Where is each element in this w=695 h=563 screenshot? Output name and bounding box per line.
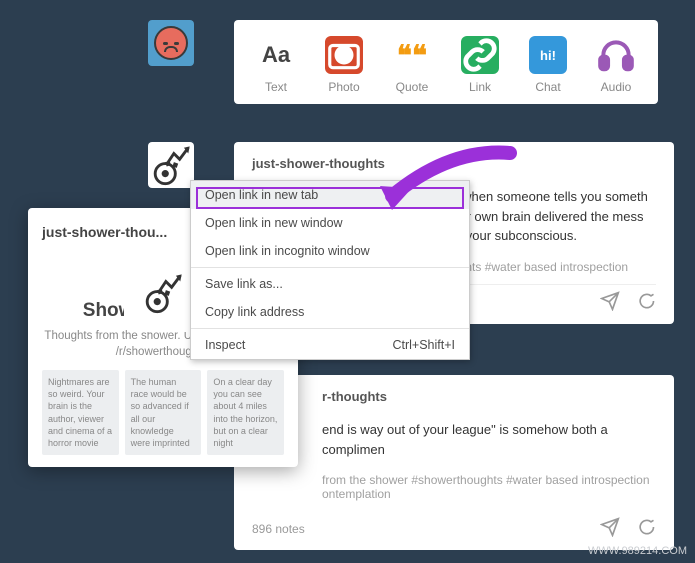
- annotation-arrow: [370, 138, 520, 233]
- hover-card-thumbs: Nightmares are so weird. Your brain is t…: [42, 370, 284, 455]
- quote-icon: ❝❝: [393, 36, 431, 74]
- compose-card: Aa Text Photo ❝❝ Quote Link hi! Chat: [234, 20, 658, 104]
- gear-chart-icon: [140, 270, 186, 316]
- hover-thumb[interactable]: Nightmares are so weird. Your brain is t…: [42, 370, 119, 455]
- compose-bar: Aa Text Photo ❝❝ Quote Link hi! Chat: [148, 20, 658, 104]
- watermark-text: WWW.989214.COM: [588, 545, 687, 557]
- compose-label: Photo: [328, 80, 359, 94]
- post-footer: 896 notes: [252, 511, 656, 540]
- compose-label: Audio: [601, 80, 632, 94]
- ctx-inspect[interactable]: Inspect Ctrl+Shift+I: [191, 331, 469, 359]
- gear-chart-icon: [148, 142, 194, 188]
- compose-label: Chat: [535, 80, 560, 94]
- notes-count[interactable]: 896 notes: [252, 522, 305, 536]
- ctx-shortcut: Ctrl+Shift+I: [392, 338, 455, 352]
- compose-chat[interactable]: hi! Chat: [514, 36, 582, 94]
- post-card-2: r-thoughts end is way out of your league…: [234, 375, 674, 550]
- compose-audio[interactable]: Audio: [582, 36, 650, 94]
- ctx-separator: [191, 267, 469, 268]
- hover-thumb[interactable]: On a clear day you can see about 4 miles…: [207, 370, 284, 455]
- chat-icon: hi!: [529, 36, 567, 74]
- text-icon: Aa: [257, 36, 295, 74]
- link-icon: [461, 36, 499, 74]
- post-body: end is way out of your league" is someho…: [252, 420, 656, 459]
- post-tags[interactable]: from the shower #showerthoughts #water b…: [252, 473, 656, 501]
- ctx-save-link[interactable]: Save link as...: [191, 270, 469, 298]
- share-icon[interactable]: [600, 517, 620, 540]
- reply-icon[interactable]: [636, 291, 656, 314]
- ctx-separator: [191, 328, 469, 329]
- hover-thumb[interactable]: The human race would be so advanced if a…: [125, 370, 202, 455]
- compose-label: Text: [265, 80, 287, 94]
- reply-icon[interactable]: [636, 517, 656, 540]
- avatar-face-icon: [154, 26, 188, 60]
- post-username[interactable]: r-thoughts: [252, 389, 656, 404]
- compose-photo[interactable]: Photo: [310, 36, 378, 94]
- compose-quote[interactable]: ❝❝ Quote: [378, 36, 446, 94]
- photo-icon: [325, 36, 363, 74]
- user-avatar[interactable]: [148, 20, 194, 66]
- compose-label: Link: [469, 80, 491, 94]
- ctx-open-incognito[interactable]: Open link in incognito window: [191, 237, 469, 265]
- ctx-copy-link[interactable]: Copy link address: [191, 298, 469, 326]
- compose-label: Quote: [396, 80, 429, 94]
- post-avatar[interactable]: [148, 142, 194, 188]
- share-icon[interactable]: [600, 291, 620, 314]
- compose-link[interactable]: Link: [446, 36, 514, 94]
- compose-text[interactable]: Aa Text: [242, 36, 310, 94]
- audio-icon: [597, 36, 635, 74]
- hover-card-avatar[interactable]: [128, 258, 198, 328]
